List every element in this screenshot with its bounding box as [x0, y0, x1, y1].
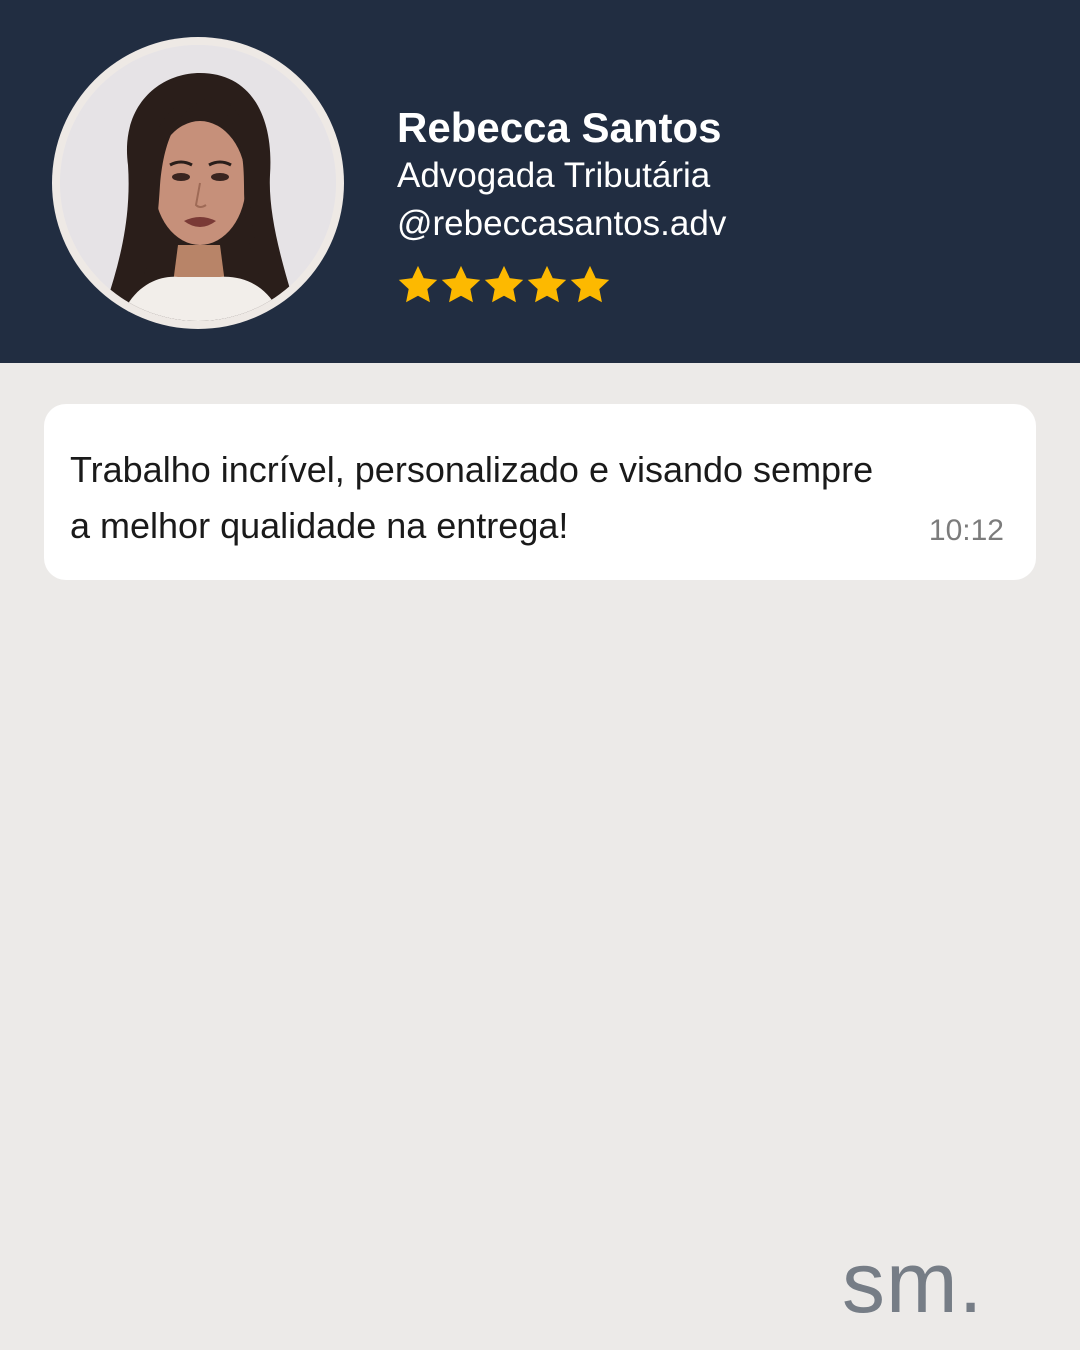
profile-handle: @rebeccasantos.adv	[397, 204, 727, 243]
profile-name: Rebecca Santos	[397, 104, 722, 151]
message-text: Trabalho incrível, personalizado e visan…	[70, 449, 874, 546]
star-rating	[397, 264, 611, 306]
star-icon	[526, 264, 568, 306]
profile-role: Advogada Tributária	[397, 156, 711, 195]
avatar-frame	[52, 37, 344, 329]
profile-info: Rebecca Santos Advogada Tributária @rebe…	[397, 104, 726, 248]
star-icon	[440, 264, 482, 306]
star-icon	[483, 264, 525, 306]
star-icon	[397, 264, 439, 306]
star-icon	[569, 264, 611, 306]
message-time: 10:12	[928, 514, 1004, 547]
avatar	[60, 45, 336, 321]
profile-header: Rebecca Santos Advogada Tributária @rebe…	[0, 0, 1080, 363]
message-bubble: Trabalho incrível, personalizado e visan…	[44, 404, 1036, 580]
brand-logo: sm.	[842, 1235, 984, 1331]
